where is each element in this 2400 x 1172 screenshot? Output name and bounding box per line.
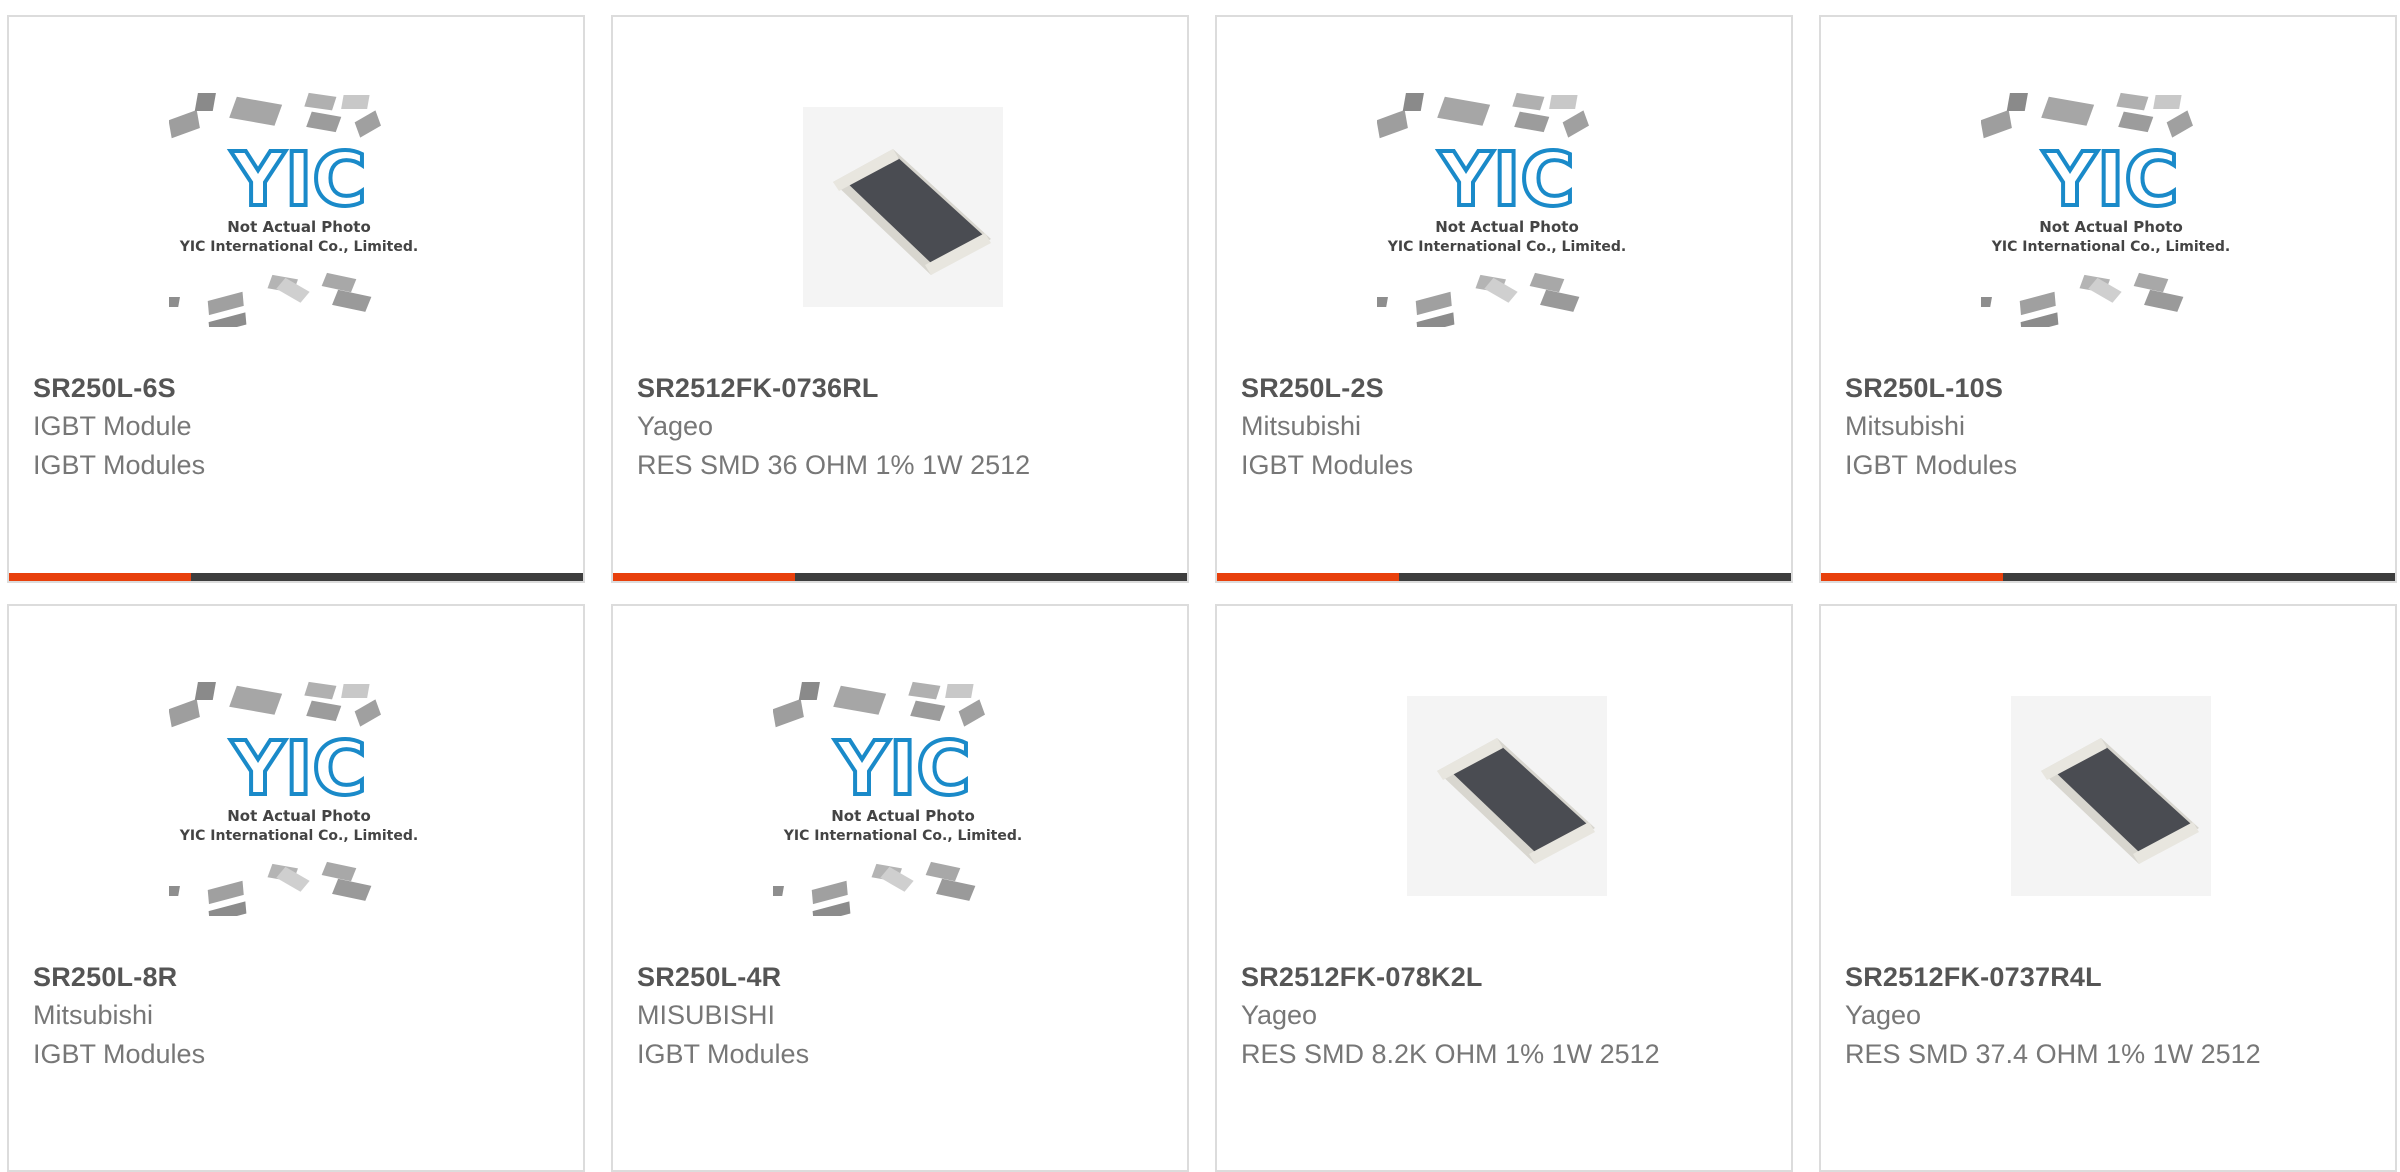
- card-accent-bar: [1821, 573, 2003, 581]
- part-number[interactable]: SR250L-10S: [1845, 373, 2003, 404]
- yic-placeholder-graphic: YICNot Actual Photo YIC International Co.…: [169, 92, 418, 327]
- manufacturer: Mitsubishi: [1845, 411, 1966, 441]
- description: IGBT Modules: [1845, 450, 2018, 480]
- card-bottom-bar: [613, 573, 1187, 581]
- part-number[interactable]: SR250L-4R: [637, 962, 781, 993]
- product-image-resistor[interactable]: [773, 87, 1033, 327]
- smd-resistor-graphic: [1407, 696, 1607, 896]
- part-number[interactable]: SR2512FK-078K2L: [1241, 962, 1483, 993]
- product-card[interactable]: YIC Not Actual Photo YIC International Co.…: [1215, 15, 1793, 583]
- placeholder-caption: Not Actual Photo: [2039, 218, 2183, 236]
- placeholder-caption: YIC International Co., Limited.: [179, 828, 418, 844]
- product-image-placeholder[interactable]: YIC Not Actual Photo YIC International Co.…: [169, 676, 429, 916]
- product-card[interactable]: YIC Not Actual Photo YIC International Co.…: [7, 15, 585, 583]
- yic-logo: YIC: [230, 137, 366, 223]
- part-number[interactable]: SR250L-6S: [33, 373, 176, 404]
- card-accent-bar: [1217, 573, 1399, 581]
- smd-resistor-graphic: [803, 107, 1003, 307]
- product-card[interactable]: YIC Not Actual Photo YIC International Co.…: [611, 604, 1189, 1172]
- manufacturer: Yageo: [637, 411, 714, 441]
- product-image-placeholder[interactable]: YIC Not Actual Photo YIC International Co.…: [169, 87, 429, 327]
- yic-placeholder-graphic: YICNot Actual Photo YIC International Co.…: [169, 681, 418, 916]
- description: IGBT Modules: [1241, 450, 1414, 480]
- description: IGBT Modules: [33, 1039, 206, 1069]
- manufacturer: Mitsubishi: [1241, 411, 1362, 441]
- yic-placeholder-graphic: YICNot Actual Photo YIC International Co.…: [773, 681, 1022, 916]
- part-number[interactable]: SR250L-8R: [33, 962, 177, 993]
- manufacturer: IGBT Module: [33, 411, 192, 441]
- placeholder-caption: Not Actual Photo: [227, 807, 371, 825]
- product-image-placeholder[interactable]: YIC Not Actual Photo YIC International Co.…: [1377, 87, 1637, 327]
- card-accent-bar: [613, 573, 795, 581]
- card-bottom-bar: [1821, 573, 2395, 581]
- description: RES SMD 37.4 OHM 1% 1W 2512: [1845, 1039, 2261, 1069]
- card-bottom-bar: [9, 573, 583, 581]
- placeholder-caption: YIC International Co., Limited.: [1387, 239, 1626, 255]
- yic-logo: YIC: [2042, 137, 2178, 223]
- product-card[interactable]: SR2512FK-078K2L Yageo RES SMD 8.2K OHM 1…: [1215, 604, 1793, 1172]
- product-card[interactable]: YIC Not Actual Photo YIC International Co.…: [1819, 15, 2397, 583]
- part-number[interactable]: SR250L-2S: [1241, 373, 1384, 404]
- placeholder-caption: Not Actual Photo: [1435, 218, 1579, 236]
- description: RES SMD 36 OHM 1% 1W 2512: [637, 450, 1031, 480]
- description: IGBT Modules: [637, 1039, 810, 1069]
- yic-placeholder-graphic: YICNot Actual Photo YIC International Co.…: [1981, 92, 2230, 327]
- product-card[interactable]: SR2512FK-0737R4L Yageo RES SMD 37.4 OHM …: [1819, 604, 2397, 1172]
- part-number[interactable]: SR2512FK-0737R4L: [1845, 962, 2102, 993]
- description: IGBT Modules: [33, 450, 206, 480]
- yic-logo: YIC: [230, 726, 366, 812]
- part-number[interactable]: SR2512FK-0736RL: [637, 373, 879, 404]
- yic-logo: YIC: [834, 726, 970, 812]
- placeholder-caption: YIC International Co., Limited.: [179, 239, 418, 255]
- manufacturer: Mitsubishi: [33, 1000, 154, 1030]
- product-image-placeholder[interactable]: YIC Not Actual Photo YIC International Co.…: [773, 676, 1033, 916]
- description: RES SMD 8.2K OHM 1% 1W 2512: [1241, 1039, 1660, 1069]
- placeholder-caption: YIC International Co., Limited.: [1991, 239, 2230, 255]
- product-image-resistor[interactable]: [1981, 676, 2241, 916]
- placeholder-caption: Not Actual Photo: [227, 218, 371, 236]
- manufacturer: Yageo: [1845, 1000, 1922, 1030]
- product-image-placeholder[interactable]: YIC Not Actual Photo YIC International Co.…: [1981, 87, 2241, 327]
- placeholder-caption: Not Actual Photo: [831, 807, 975, 825]
- yic-placeholder-graphic: YICNot Actual Photo YIC International Co.…: [1377, 92, 1626, 327]
- product-grid: YIC Not Actual Photo YIC International Co.…: [0, 0, 2400, 1172]
- card-bottom-bar: [1217, 573, 1791, 581]
- placeholder-caption: YIC International Co., Limited.: [783, 828, 1022, 844]
- yic-logo: YIC: [1438, 137, 1574, 223]
- smd-resistor-graphic: [2011, 696, 2211, 896]
- manufacturer: Yageo: [1241, 1000, 1318, 1030]
- manufacturer: MISUBISHI: [637, 1000, 776, 1030]
- product-card[interactable]: SR2512FK-0736RL Yageo RES SMD 36 OHM 1% …: [611, 15, 1189, 583]
- card-accent-bar: [9, 573, 191, 581]
- product-image-resistor[interactable]: [1377, 676, 1637, 916]
- product-card[interactable]: YIC Not Actual Photo YIC International Co.…: [7, 604, 585, 1172]
